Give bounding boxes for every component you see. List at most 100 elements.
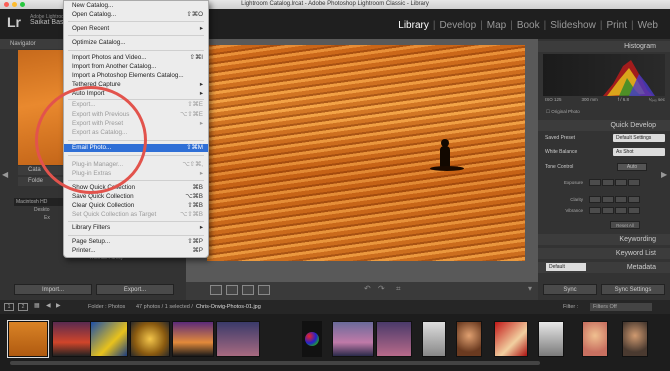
menu-item-plugin-extras[interactable]: Plug-in Extras ▸: [64, 170, 208, 178]
sync-button[interactable]: Sync: [543, 284, 597, 295]
menu-item-show-quick-collection[interactable]: Show Quick Collection ⌘B: [64, 184, 208, 192]
menu-item-export-catalog[interactable]: Export as Catalog...: [64, 129, 208, 137]
filmstrip-thumbnail[interactable]: [90, 321, 128, 357]
filmstrip-thumbnail[interactable]: [456, 321, 482, 357]
menu-item-import-photos[interactable]: Import Photos and Video... ⇧⌘I: [64, 54, 208, 62]
grid-icon[interactable]: ▦: [34, 302, 40, 309]
library-toolbar: [186, 282, 538, 300]
white-balance-label: White Balance: [545, 149, 578, 155]
filmstrip-thumbnail[interactable]: [302, 321, 322, 357]
filter-select[interactable]: Filters Off: [590, 303, 652, 311]
traffic-lights[interactable]: [4, 2, 25, 7]
module-map[interactable]: Map: [483, 20, 510, 31]
clarity-decrease-more[interactable]: [589, 196, 601, 203]
quick-develop-header[interactable]: Quick Develop: [538, 120, 670, 131]
filmstrip-thumbnail[interactable]: [172, 321, 214, 357]
exposure-increase[interactable]: [615, 179, 627, 186]
filmstrip-thumbnail[interactable]: [622, 321, 648, 357]
menu-item-auto-import[interactable]: Auto Import ▸: [64, 90, 208, 98]
keywording-header[interactable]: Keywording: [538, 234, 670, 245]
clarity-increase-more[interactable]: [628, 196, 640, 203]
photo-count: 47 photos / 1 selected /: [136, 304, 193, 310]
reset-all-button[interactable]: Reset All: [610, 221, 640, 229]
minimize-window-button[interactable]: [12, 2, 17, 7]
filmstrip-scrollbar[interactable]: [10, 361, 540, 365]
grid-view-icon[interactable]: [210, 285, 222, 295]
rotate-left-icon[interactable]: ↶: [364, 284, 371, 293]
exposure-decrease[interactable]: [602, 179, 614, 186]
menu-item-clear-quick-collection[interactable]: Clear Quick Collection ⇧⌘B: [64, 202, 208, 210]
filmstrip-thumbnail[interactable]: [216, 321, 260, 357]
saved-preset-select[interactable]: Default Settings: [613, 134, 665, 142]
compare-view-icon[interactable]: [242, 285, 254, 295]
filmstrip-thumbnail[interactable]: [582, 321, 608, 357]
menu-item-export[interactable]: Export... ⇧⌘E: [64, 101, 208, 109]
module-book[interactable]: Book: [513, 20, 544, 31]
selected-filename[interactable]: Chris-Orwig-Photos-01.jpg: [196, 304, 261, 310]
filmstrip-thumbnail[interactable]: [52, 321, 92, 357]
sync-settings-button[interactable]: Sync Settings: [601, 284, 665, 295]
module-library[interactable]: Library: [394, 20, 433, 31]
filmstrip-thumbnail[interactable]: [332, 321, 374, 357]
filmstrip-thumbnail[interactable]: [376, 321, 412, 357]
module-print[interactable]: Print: [602, 20, 631, 31]
white-balance-select[interactable]: As Shot: [613, 148, 665, 156]
left-panel-toggle-icon[interactable]: ◀: [2, 170, 8, 179]
crop-overlay-icon[interactable]: ⌗: [396, 284, 401, 294]
source-label[interactable]: Folder : Photos: [88, 304, 125, 310]
exposure-increase-more[interactable]: [628, 179, 640, 186]
right-panel-toggle-icon[interactable]: ▶: [661, 170, 667, 179]
menu-item-export-previous[interactable]: Export with Previous ⌥⇧⌘E: [64, 111, 208, 119]
import-button[interactable]: Import...: [14, 284, 92, 295]
menu-item-email-photo[interactable]: Email Photo... ⇧⌘M: [64, 144, 208, 152]
menu-item-open-catalog[interactable]: Open Catalog... ⇧⌘O: [64, 11, 208, 19]
filmstrip-thumbnail[interactable]: [494, 321, 528, 357]
filmstrip-thumbnail[interactable]: [422, 321, 446, 357]
lr-logo: Lr: [7, 14, 21, 30]
zoom-window-button[interactable]: [20, 2, 25, 7]
page-2-button[interactable]: 2: [18, 303, 28, 311]
loupe-view-icon[interactable]: [226, 285, 238, 295]
close-window-button[interactable]: [4, 2, 9, 7]
page-1-button[interactable]: 1: [4, 303, 14, 311]
keyword-list-header[interactable]: Keyword List: [538, 248, 670, 259]
toolbar-menu-icon[interactable]: ▾: [528, 284, 532, 293]
module-develop[interactable]: Develop: [435, 20, 480, 31]
export-button[interactable]: Export...: [96, 284, 174, 295]
menu-item-optimize-catalog[interactable]: Optimize Catalog...: [64, 39, 208, 47]
menu-item-library-filters[interactable]: Library Filters ▸: [64, 224, 208, 232]
menu-item-new-catalog[interactable]: New Catalog...: [64, 2, 208, 10]
filmstrip-thumbnail[interactable]: [538, 321, 564, 357]
menu-item-import-catalog[interactable]: Import from Another Catalog...: [64, 63, 208, 71]
clarity-increase[interactable]: [615, 196, 627, 203]
main-photo[interactable]: [207, 45, 525, 261]
menu-item-set-quick-collection-target[interactable]: Set Quick Collection as Target ⌥⇧⌘B: [64, 211, 208, 219]
vibrance-decrease[interactable]: [602, 207, 614, 214]
vibrance-increase-more[interactable]: [628, 207, 640, 214]
histogram-header[interactable]: Histogram: [538, 41, 670, 52]
menu-item-open-recent[interactable]: Open Recent ▸: [64, 25, 208, 33]
metadata-preset-select[interactable]: Default: [546, 263, 586, 271]
back-icon[interactable]: ◀: [46, 302, 51, 309]
vibrance-decrease-more[interactable]: [589, 207, 601, 214]
filmstrip-thumbnail[interactable]: [7, 320, 49, 358]
filmstrip-thumbnail[interactable]: [130, 321, 170, 357]
vibrance-increase[interactable]: [615, 207, 627, 214]
menu-item-save-quick-collection[interactable]: Save Quick Collection ⌥⌘B: [64, 193, 208, 201]
menu-item-page-setup[interactable]: Page Setup... ⇧⌘P: [64, 238, 208, 246]
menu-item-tethered-capture[interactable]: Tethered Capture ▸: [64, 81, 208, 89]
survey-view-icon[interactable]: [258, 285, 270, 295]
exposure-decrease-more[interactable]: [589, 179, 601, 186]
menu-item-printer[interactable]: Printer... ⌘P: [64, 247, 208, 255]
forward-icon[interactable]: ▶: [56, 302, 61, 309]
filmstrip-bar: 1 2 ▦ ◀ ▶ Folder : Photos 47 photos / 1 …: [0, 300, 670, 314]
module-web[interactable]: Web: [634, 20, 662, 31]
menu-item-export-preset[interactable]: Export with Preset ▸: [64, 120, 208, 128]
clarity-decrease[interactable]: [602, 196, 614, 203]
menu-item-plugin-manager[interactable]: Plug-in Manager... ⌥⇧⌘,: [64, 161, 208, 169]
rotate-right-icon[interactable]: ↷: [378, 284, 385, 293]
auto-tone-button[interactable]: Auto: [617, 163, 647, 171]
module-slideshow[interactable]: Slideshow: [546, 20, 600, 31]
menu-item-import-elements[interactable]: Import a Photoshop Elements Catalog...: [64, 72, 208, 80]
original-photo-checkbox[interactable]: ☐ Original Photo: [546, 109, 580, 115]
